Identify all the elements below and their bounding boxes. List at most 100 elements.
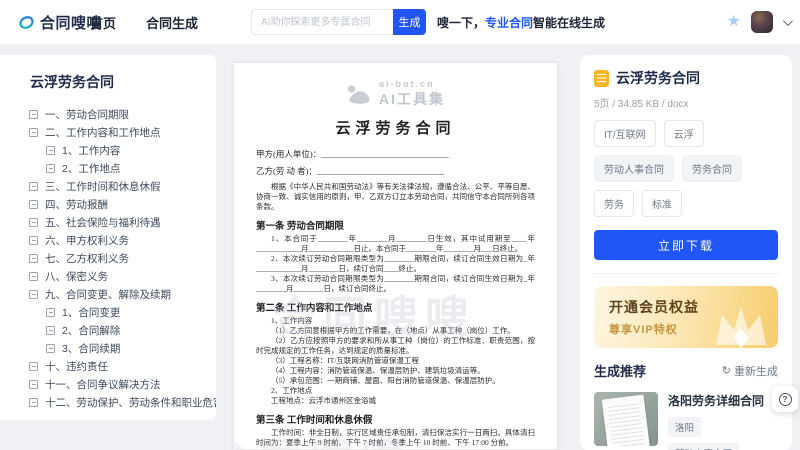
recommend-panel: 生成推荐 ↻ 重新生成 洛阳劳务详细合同 洛阳劳动人事合同劳务合同劳务详细 <box>580 348 792 450</box>
contract-section: 第一条 劳动合同期限 1、本合同于________年________月_____… <box>256 218 535 294</box>
toc-item-label: 2、工作地点 <box>62 161 120 176</box>
collapse-icon[interactable] <box>29 272 38 281</box>
contract-section: 第三条 工作时间和休息休假 工作时间：非全日制，实行区域责任承包制，清扫保洁实行… <box>256 412 535 448</box>
collapse-icon[interactable] <box>29 110 38 119</box>
recommend-tag: 洛阳 <box>668 417 701 437</box>
toc-tree: 一、劳动合同期限 二、工作内容和工作地点 1、工作内容 2、工作地点 三、工作时… <box>0 105 216 411</box>
nav-link[interactable]: 合同生成 <box>146 13 198 32</box>
download-button[interactable]: 立即下载 <box>594 230 778 260</box>
toc-item[interactable]: 二、工作内容和工作地点 <box>0 123 216 141</box>
toc-item[interactable]: 1、工作内容 <box>0 141 216 159</box>
main-nav: 首页 合同生成 <box>90 0 198 44</box>
search-bar: 生成 <box>251 9 426 35</box>
favorite-star-icon[interactable]: ★ <box>727 14 741 30</box>
regenerate-label: 重新生成 <box>734 363 778 379</box>
help-button[interactable]: ? <box>772 386 798 412</box>
tag[interactable]: 劳务 <box>594 190 634 217</box>
recommend-tag: 劳动人事合同 <box>668 443 739 450</box>
toc-item[interactable]: 六、甲方权利义务 <box>0 231 216 249</box>
collapse-icon[interactable] <box>29 218 38 227</box>
tag[interactable]: IT/互联网 <box>594 120 656 147</box>
tagline-highlight: 专业合同 <box>485 14 533 31</box>
crown-icon <box>712 303 770 348</box>
collapse-icon[interactable] <box>29 290 38 299</box>
recommend-list: 洛阳劳务详细合同 洛阳劳动人事合同劳务合同劳务详细 <box>594 392 778 450</box>
vip-banner[interactable]: 开通会员权益 尊享VIP特权 <box>594 286 778 348</box>
contract-name: 云浮劳务合同 <box>616 68 700 88</box>
toc-sidebar: 云浮劳务合同 一、劳动合同期限 二、工作内容和工作地点 1、工作内容 2、工作地… <box>0 55 216 420</box>
toc-item-label: 3、合同续期 <box>62 341 120 356</box>
toc-item-label: 1、工作内容 <box>62 143 120 158</box>
collapse-icon[interactable] <box>46 164 55 173</box>
file-meta: 5页 / 34.85 KB / docx <box>594 95 778 110</box>
contract-paragraph: 工作时间：非全日制，实行区域责任承包制，清扫保洁实行一日两扫。具体清扫时间为：夏… <box>256 428 535 448</box>
toc-item-label: 五、社会保险与福利待遇 <box>45 215 161 230</box>
toc-item[interactable]: 七、乙方权利义务 <box>0 249 216 267</box>
generate-button[interactable]: 生成 <box>393 9 426 35</box>
section-heading: 第三条 工作时间和休息休假 <box>256 412 535 426</box>
tag[interactable]: 劳务合同 <box>682 155 742 182</box>
nav-link[interactable]: 首页 <box>90 13 116 32</box>
thumbnail-page <box>602 395 651 446</box>
collapse-icon[interactable] <box>29 200 38 209</box>
tag[interactable]: 云浮 <box>664 120 704 147</box>
contract-section: 第二条 工作内容和工作地点 1、工作内容（1）乙方同意根据甲方的工作需要，在（地… <box>256 300 535 406</box>
contract-preamble: 根据《中华人民共和国劳动法》等有关法律法规，遵循合法、公平、平等自愿、协商一致、… <box>256 182 535 212</box>
top-navbar: 合同嗖嗖 首页合同生成 生成 嗖一下，专业合同智能在线生成 ★ <box>0 0 800 44</box>
regenerate-button[interactable]: ↻ 重新生成 <box>722 363 778 379</box>
tagline: 嗖一下，专业合同智能在线生成 <box>437 0 605 44</box>
collapse-icon[interactable] <box>29 398 38 407</box>
toc-item[interactable]: 五、社会保险与福利待遇 <box>0 213 216 231</box>
toc-item[interactable]: 九、合同变更、解除及续期 <box>0 285 216 303</box>
recommend-item[interactable]: 洛阳劳务详细合同 洛阳劳动人事合同劳务合同劳务详细 <box>594 392 778 450</box>
toc-item[interactable]: 1、合同变更 <box>0 303 216 321</box>
contract-paragraph: （1）乙方同意根据甲方的工作需要，在（地点）从事工种（岗位）工作。 <box>256 326 535 336</box>
collapse-icon[interactable] <box>29 362 38 371</box>
chevron-down-icon[interactable] <box>783 16 793 26</box>
contract-paragraph: （5）承包范围：一期商铺、屋面、阳台消防管道保温、保温层防护。 <box>256 376 535 386</box>
collapse-icon[interactable] <box>29 236 38 245</box>
toc-item[interactable]: 3、合同续期 <box>0 339 216 357</box>
contract-paragraph: 1、工作内容 <box>256 316 535 326</box>
logo-icon <box>18 14 35 31</box>
collapse-icon[interactable] <box>46 146 55 155</box>
toc-item[interactable]: 2、工作地点 <box>0 159 216 177</box>
document-preview[interactable]: ai-bot.cn AI工具集 云浮劳务合同 甲方(用人单位)：________… <box>233 62 558 450</box>
toc-item[interactable]: 2、合同解除 <box>0 321 216 339</box>
collapse-icon[interactable] <box>29 128 38 137</box>
contract-paragraph: （4）工程内容：消防管道保温、保温层防护、建筑垃圾清运等。 <box>256 366 535 376</box>
recommend-heading: 生成推荐 <box>594 361 646 380</box>
contract-sections: 第一条 劳动合同期限 1、本合同于________年________月_____… <box>256 218 535 450</box>
toc-item-label: 九、合同变更、解除及续期 <box>45 287 171 302</box>
party-b-line: 乙方(劳 动 者)：______________________________ <box>256 165 535 177</box>
tagline-prefix: 嗖一下， <box>437 14 485 31</box>
toc-item-label: 七、乙方权利义务 <box>45 251 129 266</box>
tagline-suffix: 智能在线生成 <box>533 14 605 31</box>
tag[interactable]: 劳动人事合同 <box>594 155 674 182</box>
divider <box>592 273 780 274</box>
recommend-thumbnail[interactable] <box>594 392 658 446</box>
toc-item[interactable]: 十一、合同争议解决方法 <box>0 375 216 393</box>
toc-item[interactable]: 十二、劳动保护、劳动条件和职业危害防护 <box>0 393 216 411</box>
contract-paragraph: 2、本次续订劳动合同期限类型为________期限合同，续订合同生效日期为_年_… <box>256 254 535 274</box>
collapse-icon[interactable] <box>29 380 38 389</box>
collapse-icon[interactable] <box>46 326 55 335</box>
avatar[interactable] <box>751 11 773 33</box>
info-panel: 云浮劳务合同 5页 / 34.85 KB / docx IT/互联网云浮劳动人事… <box>580 55 792 387</box>
section-heading: 第二条 工作内容和工作地点 <box>256 300 535 314</box>
toc-item[interactable]: 四、劳动报酬 <box>0 195 216 213</box>
tag[interactable]: 标准 <box>642 190 682 217</box>
search-input[interactable] <box>251 9 393 35</box>
recommend-title[interactable]: 洛阳劳务详细合同 <box>668 392 778 409</box>
party-a-line: 甲方(用人单位)：______________________________ <box>256 148 535 160</box>
collapse-icon[interactable] <box>29 254 38 263</box>
contract-paragraph: 工程地点：云浮市通州区金浴城 <box>256 396 535 406</box>
toc-item[interactable]: 一、劳动合同期限 <box>0 105 216 123</box>
refresh-icon: ↻ <box>722 364 731 377</box>
toc-item[interactable]: 八、保密义务 <box>0 267 216 285</box>
collapse-icon[interactable] <box>46 308 55 317</box>
toc-item[interactable]: 三、工作时间和休息休假 <box>0 177 216 195</box>
collapse-icon[interactable] <box>46 344 55 353</box>
toc-item[interactable]: 十、违约责任 <box>0 357 216 375</box>
collapse-icon[interactable] <box>29 182 38 191</box>
